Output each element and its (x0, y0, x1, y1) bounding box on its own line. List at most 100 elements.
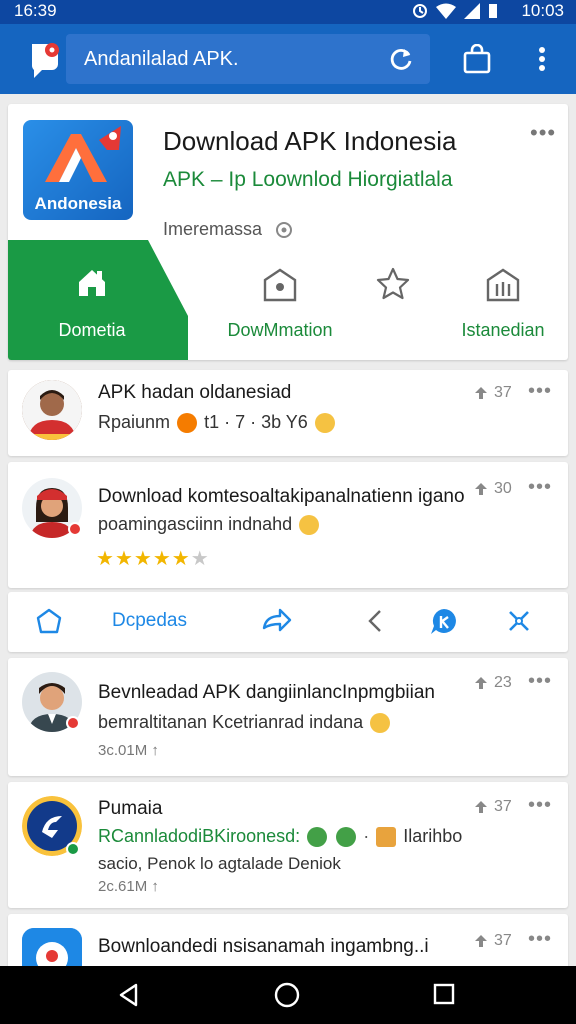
list-item[interactable]: Pumaia RCannladodiBKiroonesd: · Ilarihbo… (8, 782, 568, 908)
app-subtitle[interactable]: APK – Ip Loownlod Hiorgiatlala (163, 168, 453, 192)
post-count: 23 (474, 674, 512, 692)
basket-icon[interactable] (34, 606, 64, 636)
post-title: Bevnleadad APK dangiinlancInpmgbiian (98, 682, 435, 703)
online-badge (68, 522, 82, 536)
tab-favorite[interactable] (358, 240, 428, 360)
post-count-value: 23 (494, 674, 512, 691)
nav-recents-icon[interactable] (432, 982, 456, 1006)
post-title: Pumaia (98, 798, 163, 819)
post-subline-text: Rpaiunm (98, 412, 171, 432)
star-icon: ★ (152, 548, 172, 570)
status-time-left: 16:39 (14, 1, 57, 20)
battery-icon (489, 4, 497, 18)
status-bar: 16:39 10:03 (0, 0, 576, 24)
post-subline: RCannladodiBKiroonesd: · Ilarihbo (98, 826, 463, 848)
star-icon: ★ (114, 548, 134, 570)
emoji-icon (307, 827, 328, 848)
post-more-icon[interactable]: ••• (528, 794, 552, 817)
post-subline: poamingasciinn indnahd (98, 514, 321, 536)
post-count: 37 (474, 384, 512, 402)
action-bar: Dcpedas (8, 592, 568, 652)
wifi-icon (436, 3, 456, 19)
star-half-icon: ★ (171, 548, 191, 570)
app-icon[interactable]: Andonesia (23, 120, 133, 220)
settings-icon[interactable] (275, 221, 293, 239)
post-title: Download komtesoaltakipanalnatienn igano (98, 486, 465, 507)
app-meta-text: Imeremassa (163, 219, 263, 239)
star-icon (376, 267, 410, 300)
post-more-icon[interactable]: ••• (528, 380, 552, 403)
list-item[interactable]: APK hadan oldanesiad Rpaiunm t1 · 7 · 3b… (8, 370, 568, 456)
system-nav-bar (0, 966, 576, 1024)
app-meta: Imeremassa (163, 219, 293, 240)
action-label[interactable]: Dcpedas (112, 610, 187, 632)
avatar-portrait (22, 380, 82, 440)
post-description: sacio, Penok lo agtalade Deniok (98, 854, 341, 873)
search-text: Andanilalad APK. (84, 48, 239, 70)
home-icon (79, 270, 105, 296)
emoji-icon (314, 413, 335, 434)
refresh-icon[interactable] (388, 46, 414, 72)
emoji-icon (370, 713, 391, 734)
post-subline: bemraltitanan Kcetrianrad indana (98, 712, 392, 734)
post-more-icon[interactable]: ••• (528, 476, 552, 499)
post-subline-text: RCannladodiBKiroonesd: (98, 826, 301, 846)
shopping-bag-icon[interactable] (462, 44, 492, 74)
tab-home[interactable]: Dometia (8, 240, 176, 360)
upvote-icon (475, 386, 487, 399)
upvote-icon (475, 676, 487, 689)
post-title: APK hadan oldanesiad (98, 382, 292, 403)
emoji-icon (299, 515, 320, 536)
tab-download[interactable]: DowMmation (208, 240, 352, 360)
post-count-value: 30 (494, 480, 512, 497)
post-count-value: 37 (494, 384, 512, 401)
more-vert-icon[interactable] (530, 44, 554, 74)
share-icon[interactable] (260, 606, 292, 636)
list-item[interactable]: Download komtesoaltakipanalnatienn igano… (8, 462, 568, 588)
post-stats: 2c.61M ↑ (98, 878, 159, 895)
app-title: Download APK Indonesia (163, 126, 457, 156)
chevron-left-icon[interactable] (364, 606, 388, 636)
nav-home-icon[interactable] (274, 982, 300, 1008)
post-title: Bownloandedi nsisanamah ingambng..i (98, 936, 429, 957)
post-count: 30 (474, 480, 512, 498)
post-count: 37 (474, 798, 512, 816)
status-time-right: 10:03 (521, 1, 564, 20)
star-icon: ★ (133, 548, 153, 570)
tab-install-label: Istanedian (461, 320, 545, 340)
close-cross-icon[interactable] (504, 606, 534, 636)
alarm-icon (413, 4, 427, 18)
upvote-icon (475, 934, 487, 947)
post-more-icon[interactable]: ••• (528, 928, 552, 951)
card-more-icon[interactable]: ••• (530, 120, 556, 146)
signal-icon (464, 3, 480, 19)
list-item[interactable]: Bevnleadad APK dangiinlancInpmgbiian bem… (8, 658, 568, 776)
chat-bubble-icon[interactable] (428, 606, 460, 638)
emoji-icon (177, 413, 198, 434)
status-icons (412, 3, 498, 19)
tab-home-label: Dometia (58, 320, 126, 340)
app-header-card: Andonesia Download APK Indonesia APK – I… (8, 104, 568, 360)
post-subline-text: poamingasciinn indnahd (98, 514, 293, 534)
download-house-icon (263, 268, 297, 302)
post-count: 37 (474, 932, 512, 950)
tab-install[interactable]: Istanedian (448, 240, 558, 360)
post-subline: Rpaiunm t1 · 7 · 3b Y6 (98, 412, 337, 434)
search-bar[interactable]: Andanilalad APK. (66, 34, 430, 84)
category-tabs: Dometia DowMmation Istanedian (8, 240, 568, 360)
nav-back-icon[interactable] (116, 982, 142, 1008)
emoji-icon (336, 827, 357, 848)
app-logo-icon[interactable] (26, 40, 62, 80)
post-count-value: 37 (494, 932, 512, 949)
post-stats: 3c.01M ↑ (98, 742, 159, 759)
post-more-icon[interactable]: ••• (528, 670, 552, 693)
star-empty-icon: ★ (190, 548, 210, 570)
app-icon-label: Andonesia (34, 194, 122, 213)
upvote-icon (475, 482, 487, 495)
upvote-icon (475, 800, 487, 813)
online-badge (66, 842, 80, 856)
post-subline-extra: Ilarihbo (403, 826, 463, 846)
rating-stars: ★★★★★★ (96, 546, 210, 571)
post-subline-extra: t1 · 7 · 3b Y6 (204, 412, 308, 432)
post-subline-text: bemraltitanan Kcetrianrad indana (98, 712, 364, 732)
